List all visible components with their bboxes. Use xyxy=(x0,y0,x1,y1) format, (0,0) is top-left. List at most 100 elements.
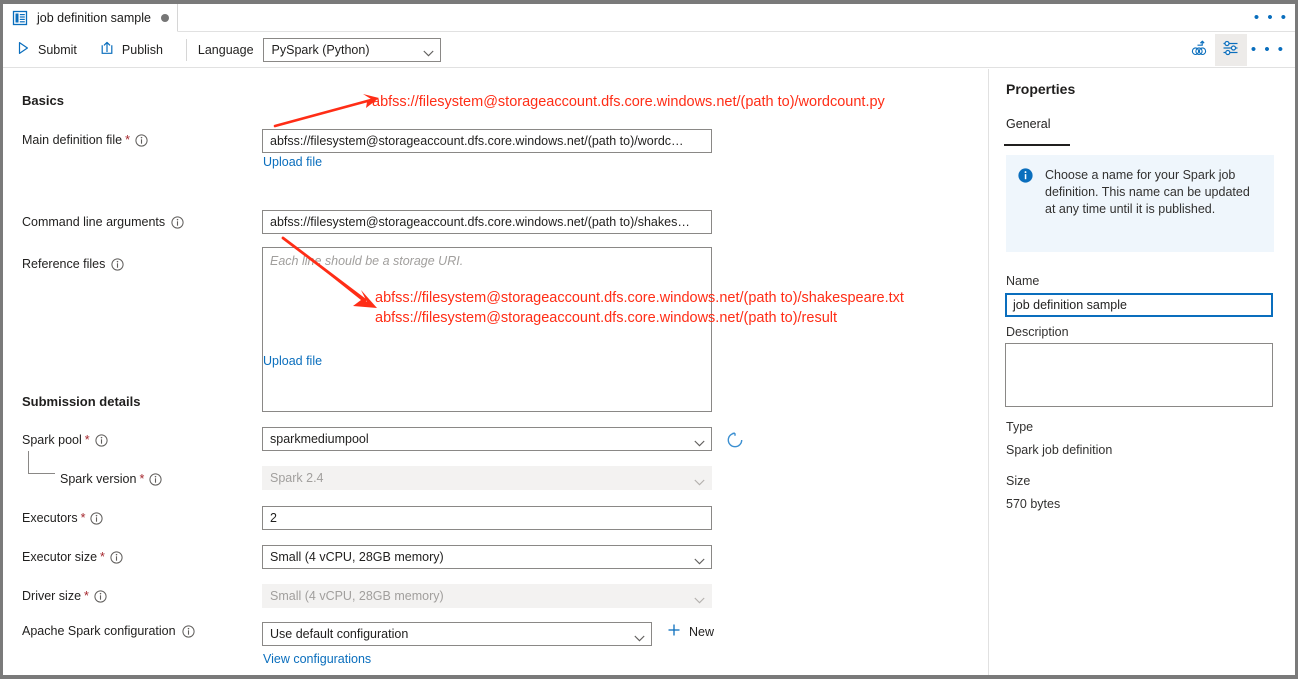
info-icon[interactable] xyxy=(94,590,107,603)
apache-spark-configuration-select[interactable]: Use default configuration xyxy=(262,622,652,646)
name-label: Name xyxy=(1006,274,1039,288)
language-label: Language xyxy=(198,43,254,57)
name-field[interactable]: job definition sample xyxy=(1005,293,1273,317)
unsaved-changes-dot xyxy=(161,14,169,22)
info-icon[interactable] xyxy=(182,625,195,638)
reference-files-upload-link[interactable]: Upload file xyxy=(263,354,322,368)
properties-toggle-button[interactable] xyxy=(1215,34,1247,66)
submit-label: Submit xyxy=(38,43,77,57)
executor-size-label-text: Executor size xyxy=(22,550,97,564)
command-bar-overflow-menu[interactable]: • • • xyxy=(1247,43,1295,57)
spark-version-select: Spark 2.4 xyxy=(262,466,712,490)
apache-spark-configuration-label: Apache Spark configuration xyxy=(22,624,195,638)
chevron-down-icon xyxy=(694,436,705,443)
type-value: Spark job definition xyxy=(1006,443,1112,457)
required-asterisk: * xyxy=(139,472,144,486)
spark-pool-select[interactable]: sparkmediumpool xyxy=(262,427,712,451)
info-icon[interactable] xyxy=(171,216,184,229)
refresh-spark-pools-button[interactable] xyxy=(726,431,744,454)
job-definition-form: Basics Main definition file * abfss://fi… xyxy=(3,69,988,675)
tab-general[interactable]: General xyxy=(1006,117,1050,139)
properties-panel: Properties General Choose a name for you… xyxy=(988,69,1295,675)
main-definition-file-annotation: abfss://filesystem@storageaccount.dfs.co… xyxy=(372,92,885,112)
play-triangle-icon xyxy=(15,40,38,59)
spark-version-label: Spark version * xyxy=(60,472,162,486)
tab-strip-overflow-menu[interactable]: • • • xyxy=(1254,11,1288,25)
publish-label: Publish xyxy=(122,43,163,57)
spark-pool-label: Spark pool * xyxy=(22,433,108,447)
info-icon[interactable] xyxy=(90,512,103,525)
required-asterisk: * xyxy=(81,511,86,525)
submit-button[interactable]: Submit xyxy=(9,36,87,64)
publish-to-pool-button[interactable] xyxy=(1183,34,1215,66)
required-asterisk: * xyxy=(85,433,90,447)
properties-title: Properties xyxy=(1006,81,1075,97)
command-line-arguments-label: Command line arguments xyxy=(22,215,184,229)
properties-info-box: Choose a name for your Spark job definit… xyxy=(1006,155,1274,252)
required-asterisk: * xyxy=(100,550,105,564)
required-asterisk: * xyxy=(84,589,89,603)
size-value: 570 bytes xyxy=(1006,497,1060,511)
new-configuration-label: New xyxy=(689,625,714,639)
submission-details-header: Submission details xyxy=(22,394,140,409)
tab-label: job definition sample xyxy=(37,11,151,25)
executor-size-value: Small (4 vCPU, 28GB memory) xyxy=(270,550,444,564)
language-select-value: PySpark (Python) xyxy=(272,43,370,57)
publish-to-pool-icon xyxy=(1189,38,1209,63)
editor-body: Basics Main definition file * abfss://fi… xyxy=(3,69,1295,675)
info-icon[interactable] xyxy=(110,551,123,564)
new-configuration-button[interactable]: New xyxy=(667,623,714,640)
spark-version-value: Spark 2.4 xyxy=(270,471,324,485)
reference-files-annotation-line-2: abfss://filesystem@storageaccount.dfs.co… xyxy=(375,308,837,328)
main-definition-file-label: Main definition file * xyxy=(22,133,148,147)
spark-pool-label-text: Spark pool xyxy=(22,433,82,447)
basics-section-header: Basics xyxy=(22,93,64,108)
view-configurations-link[interactable]: View configurations xyxy=(263,652,371,666)
name-field-value: job definition sample xyxy=(1013,298,1127,312)
driver-size-value: Small (4 vCPU, 28GB memory) xyxy=(270,589,444,603)
info-icon[interactable] xyxy=(135,134,148,147)
command-bar: Submit Publish Language PySpark (Python) xyxy=(3,32,1295,68)
description-field[interactable] xyxy=(1005,343,1273,407)
executors-label: Executors * xyxy=(22,511,103,525)
publish-button[interactable]: Publish xyxy=(93,36,173,64)
publish-upload-icon xyxy=(99,40,122,59)
chevron-down-icon xyxy=(694,593,705,600)
apache-spark-configuration-label-text: Apache Spark configuration xyxy=(22,624,176,638)
info-icon[interactable] xyxy=(149,473,162,486)
properties-sliders-icon xyxy=(1221,38,1241,63)
main-definition-file-input[interactable]: abfss://filesystem@storageaccount.dfs.co… xyxy=(262,129,712,153)
chevron-down-icon xyxy=(694,554,705,561)
chevron-down-icon xyxy=(423,46,434,53)
tab-job-definition-sample[interactable]: job definition sample xyxy=(3,4,178,32)
required-asterisk: * xyxy=(125,133,130,147)
executors-input[interactable]: 2 xyxy=(262,506,712,530)
driver-size-label: Driver size * xyxy=(22,589,107,603)
executor-size-label: Executor size * xyxy=(22,550,123,564)
spark-version-label-text: Spark version xyxy=(60,472,136,486)
properties-info-text: Choose a name for your Spark job definit… xyxy=(1045,167,1262,252)
toolbar-divider xyxy=(186,39,187,61)
executors-value: 2 xyxy=(270,511,277,525)
command-bar-right-group: • • • xyxy=(1183,32,1295,68)
apache-spark-configuration-value: Use default configuration xyxy=(270,627,408,641)
command-line-arguments-input[interactable]: abfss://filesystem@storageaccount.dfs.co… xyxy=(262,210,712,234)
driver-size-select: Small (4 vCPU, 28GB memory) xyxy=(262,584,712,608)
executor-size-select[interactable]: Small (4 vCPU, 28GB memory) xyxy=(262,545,712,569)
language-select[interactable]: PySpark (Python) xyxy=(263,38,441,62)
command-line-arguments-value: abfss://filesystem@storageaccount.dfs.co… xyxy=(270,215,690,229)
reference-files-label-text: Reference files xyxy=(22,257,105,271)
main-definition-file-value: abfss://filesystem@storageaccount.dfs.co… xyxy=(270,134,684,148)
tab-general-underline xyxy=(1004,144,1070,146)
info-icon[interactable] xyxy=(95,434,108,447)
description-label: Description xyxy=(1006,325,1069,339)
info-icon[interactable] xyxy=(111,258,124,271)
size-label: Size xyxy=(1006,474,1030,488)
plus-icon xyxy=(667,623,681,640)
main-definition-file-arrow xyxy=(271,92,381,130)
info-circle-icon xyxy=(1018,168,1033,183)
main-definition-file-upload-link[interactable]: Upload file xyxy=(263,155,322,169)
type-label: Type xyxy=(1006,420,1033,434)
chevron-down-icon xyxy=(634,631,645,638)
command-line-arguments-label-text: Command line arguments xyxy=(22,215,165,229)
